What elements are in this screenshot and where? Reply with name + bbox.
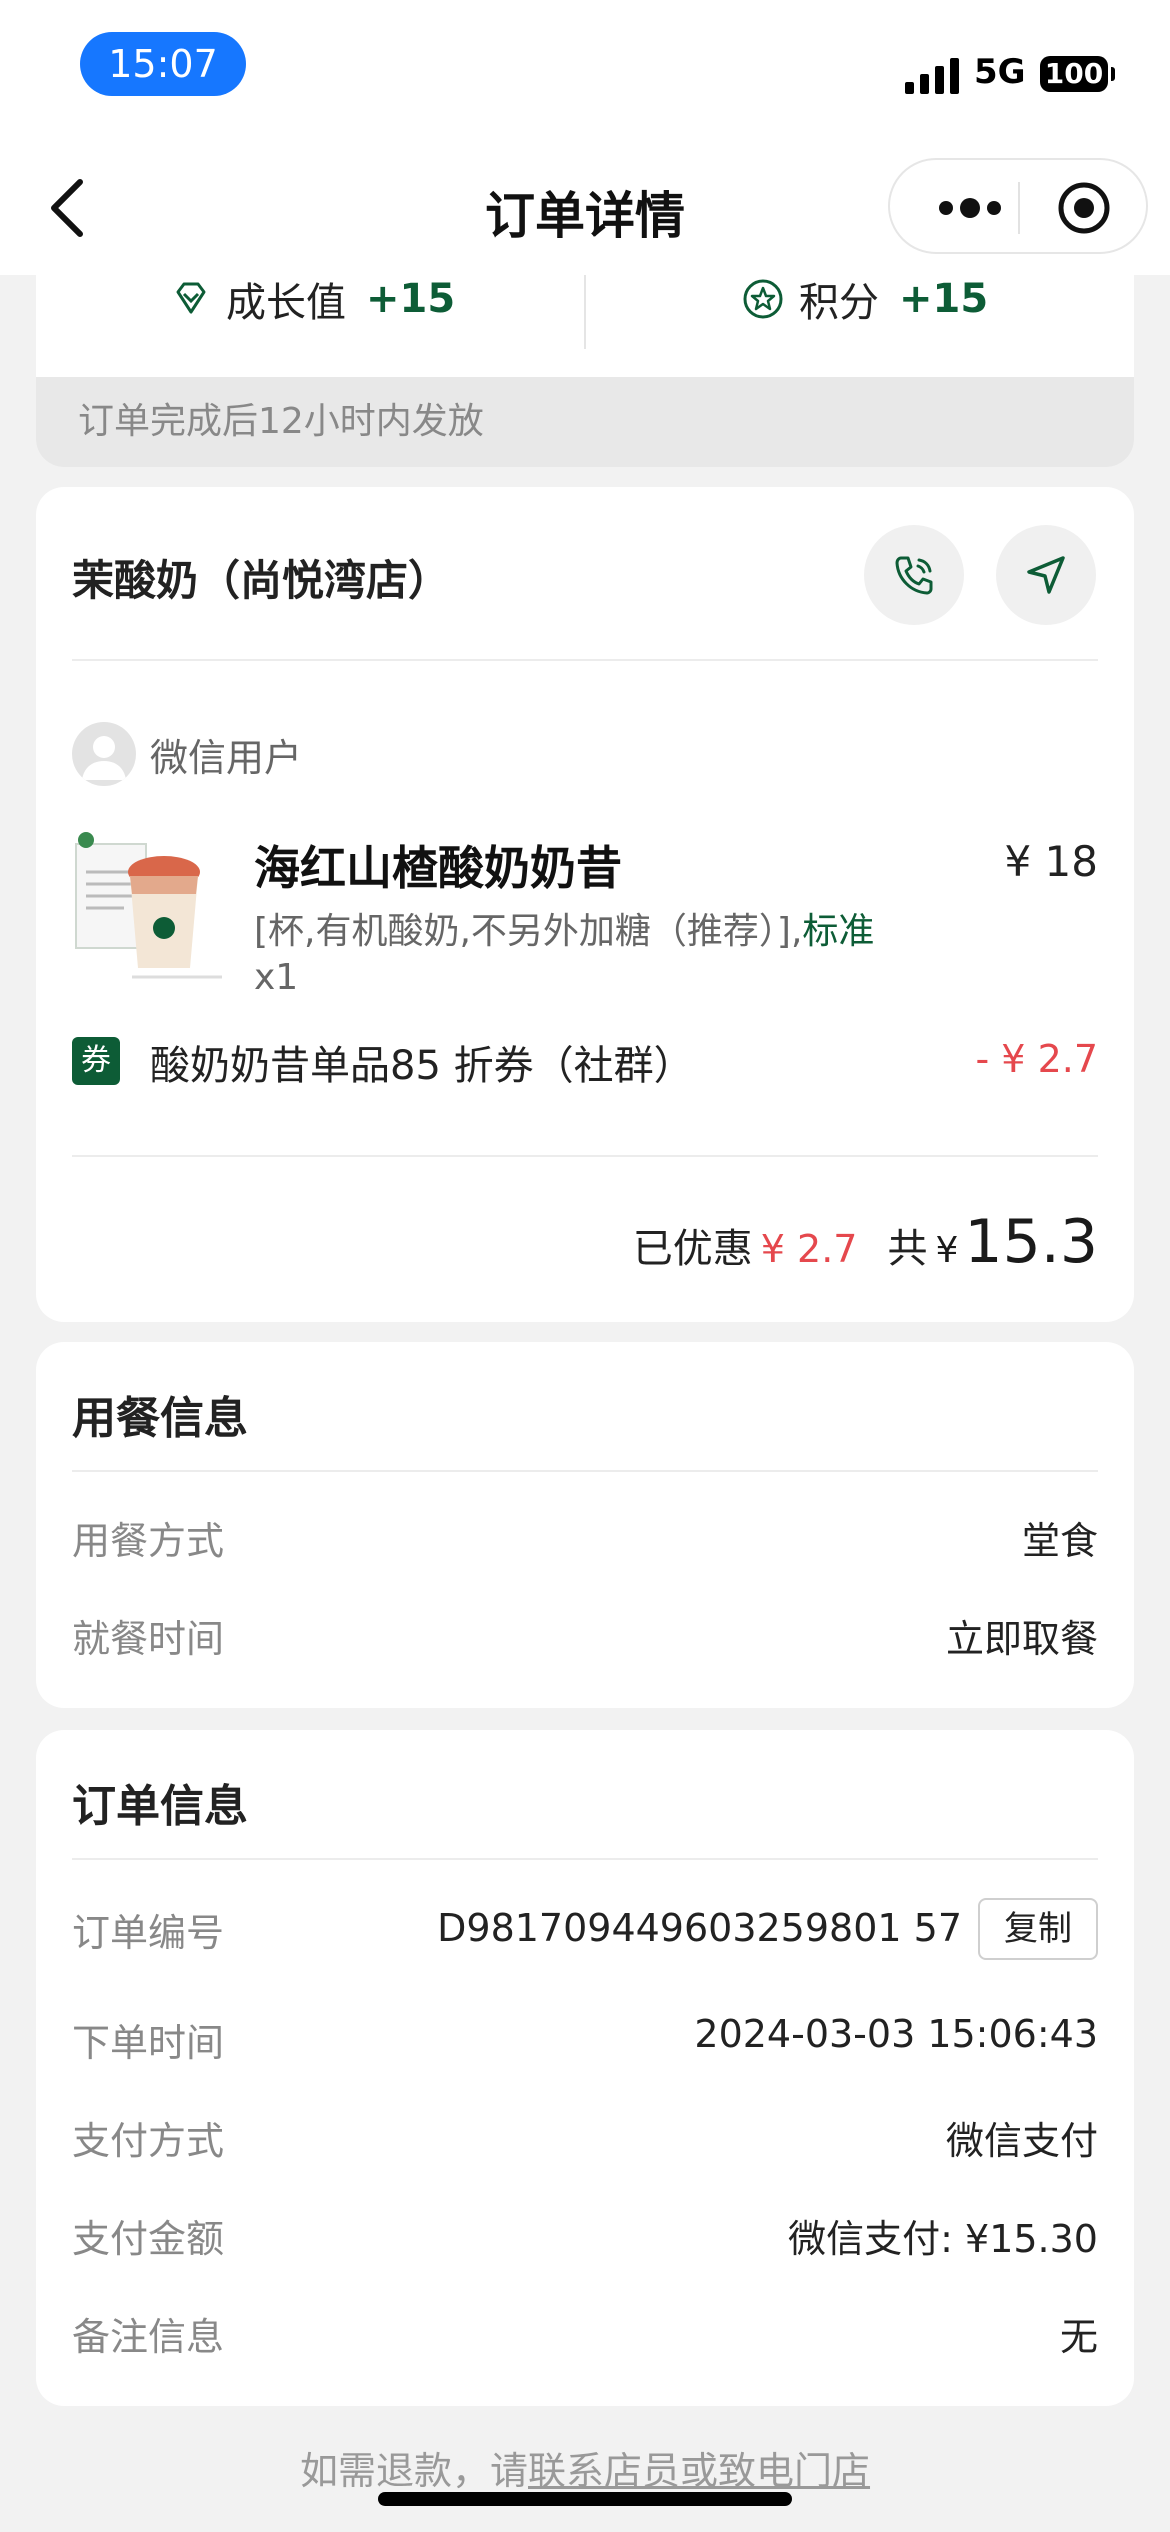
pay-method-value: 微信支付 [945, 2119, 1098, 2163]
total-label: 共 [887, 1226, 928, 1272]
growth-value: +15 [366, 276, 456, 322]
navigation-arrow-icon [1027, 556, 1065, 594]
points-value: +15 [899, 276, 989, 322]
navigate-store-button[interactable] [996, 525, 1096, 625]
order-summary: 已优惠 ¥ 2.7 共 ¥ 15.3 [633, 1207, 1098, 1277]
order-number-value: D981709449603259801 57 [437, 1906, 962, 1950]
product-price: ¥ 18 [1004, 837, 1098, 886]
product-image [75, 832, 222, 979]
signal-icon [905, 58, 959, 94]
phone-icon [895, 556, 933, 595]
points-reward: 积分 +15 [741, 269, 988, 329]
status-bar: 15:07 5G 100 [0, 0, 1170, 140]
pay-amount-label: 支付金额 [72, 2217, 225, 2261]
avatar [72, 722, 136, 786]
remark-label: 备注信息 [72, 2315, 225, 2359]
more-icon[interactable] [930, 186, 1010, 230]
capsule-divider [1018, 182, 1020, 234]
remark-value: 无 [1059, 2315, 1098, 2359]
call-store-button[interactable] [864, 525, 964, 625]
copy-order-number-button[interactable]: 复制 [978, 1898, 1098, 1960]
coupon-badge: 券 [72, 1037, 120, 1085]
reward-divider [584, 275, 586, 349]
user-row: 微信用户 [72, 722, 302, 786]
coupon-amount: - ¥ 2.7 [975, 1037, 1098, 1081]
reward-note: 订单完成后12小时内发放 [36, 377, 1134, 467]
contact-store-link[interactable]: 联系店员或致电门店 [528, 2449, 870, 2493]
dining-card: 用餐信息 用餐方式 堂食 就餐时间 立即取餐 [36, 1342, 1134, 1708]
dining-mode-label: 用餐方式 [72, 1519, 225, 1563]
divider [72, 1858, 1098, 1860]
diamond-icon [176, 282, 206, 314]
star-badge-icon [743, 279, 783, 319]
product-options-text: [杯,有机酸奶,不另外加糖（推荐）], [254, 911, 803, 952]
order-info-card: 订单信息 订单编号 D981709449603259801 57 复制 下单时间… [36, 1730, 1134, 2406]
pay-amount-value: 微信支付: ¥15.30 [788, 2217, 1098, 2261]
rewards-card: 成长值 +15 积分 +15 订单完成后12小时内发放 [36, 255, 1134, 467]
home-indicator[interactable] [378, 2492, 792, 2506]
discount-amount: ¥ 2.7 [760, 1227, 858, 1271]
currency-symbol: ¥ [935, 1230, 959, 1271]
dining-mode-value: 堂食 [1021, 1519, 1098, 1563]
order-time-value: 2024-03-03 15:06:43 [694, 2012, 1098, 2056]
divider [72, 659, 1098, 661]
discount-label: 已优惠 [632, 1226, 753, 1272]
growth-label: 成长值 [226, 280, 346, 326]
growth-reward: 成长值 +15 [170, 269, 455, 329]
battery-icon: 100 [1040, 56, 1115, 92]
divider [72, 1155, 1098, 1157]
order-info-title: 订单信息 [72, 1781, 248, 1832]
product-spec: 标准 [802, 911, 875, 952]
store-name: 茉酸奶（尚悦湾店） [72, 556, 451, 605]
store-card: 茉酸奶（尚悦湾店） 微信用户 海红山楂酸奶奶昔 ¥ 18 [杯,有机酸奶,不另外… [36, 487, 1134, 1322]
product-name: 海红山楂酸奶奶昔 [254, 841, 622, 895]
refund-hint: 如需退款，请联系店员或致电门店 [0, 2440, 1170, 2495]
order-number-label: 订单编号 [72, 1911, 225, 1955]
dining-time-label: 就餐时间 [72, 1617, 225, 1661]
order-time-label: 下单时间 [72, 2021, 225, 2065]
total-amount: 15.3 [964, 1207, 1098, 1277]
dining-time-value: 立即取餐 [945, 1617, 1098, 1661]
product-quantity: x1 [254, 957, 299, 998]
points-label: 积分 [799, 280, 879, 326]
nav-bar: 订单详情 [0, 140, 1170, 275]
product-options: [杯,有机酸奶,不另外加糖（推荐）],标准 [254, 902, 874, 954]
refund-hint-text: 如需退款，请 [299, 2449, 528, 2493]
mini-program-capsule [888, 158, 1148, 254]
divider [72, 1470, 1098, 1472]
coupon-name: 酸奶奶昔单品85 折券（社群） [150, 1043, 694, 1089]
user-icon [82, 736, 126, 780]
close-target-icon[interactable] [1056, 180, 1112, 236]
user-name: 微信用户 [150, 735, 303, 780]
network-type: 5G [974, 52, 1026, 92]
pay-method-label: 支付方式 [72, 2119, 225, 2163]
dining-title: 用餐信息 [72, 1393, 248, 1444]
status-time: 15:07 [80, 32, 246, 96]
